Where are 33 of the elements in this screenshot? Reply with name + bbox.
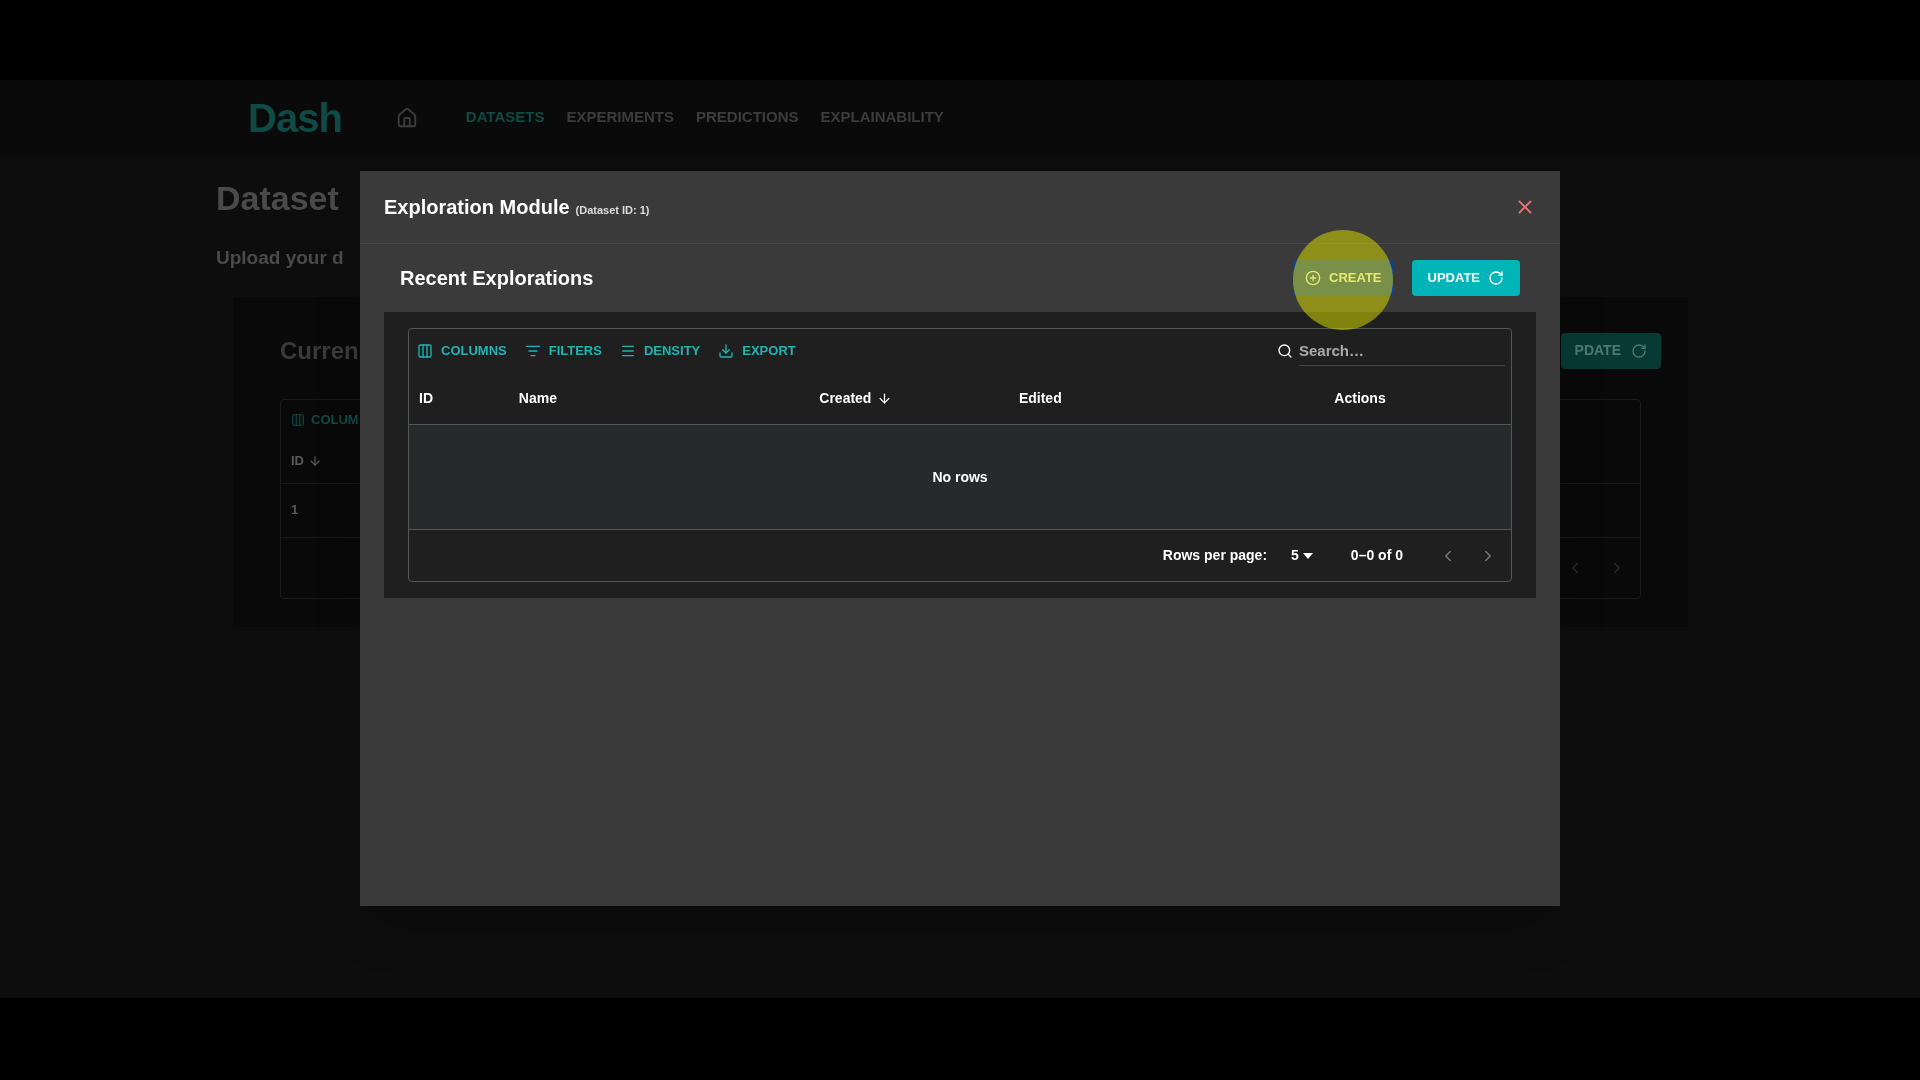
column-header[interactable]: ID: [419, 388, 433, 409]
section-title: Recent Explorations: [400, 266, 594, 291]
modal-title: Exploration Module: [384, 195, 570, 220]
refresh-icon: [1631, 342, 1647, 359]
arrow-down-icon: [308, 454, 322, 468]
search-field[interactable]: Search…: [1299, 336, 1505, 366]
caret-icon: [1302, 552, 1313, 559]
column-header[interactable]: Actions: [1334, 388, 1386, 409]
page-subtitle: Upload your d: [216, 246, 344, 270]
download-icon: [718, 343, 735, 359]
toolbar-button[interactable]: COLUMNS: [417, 341, 507, 361]
page-title: Dataset: [216, 178, 339, 219]
columns-icon: [291, 412, 305, 427]
rows-per-page-select[interactable]: 5: [1291, 545, 1313, 566]
column-header[interactable]: Created: [819, 388, 872, 409]
empty-message: No rows: [932, 467, 988, 487]
page-range: 0–0 of 0: [1350, 546, 1403, 565]
table-cell-text: 1: [291, 501, 299, 520]
search-icon: [1277, 343, 1293, 359]
toolbar-button[interactable]: FILTERS: [524, 341, 602, 361]
lines-icon: [619, 343, 636, 359]
plus-circle-icon: [1305, 270, 1322, 286]
toolbar-button[interactable]: DENSITY: [619, 341, 701, 361]
column-header[interactable]: Name: [518, 388, 557, 409]
column-header[interactable]: Edited: [1018, 388, 1062, 409]
toolbar-button[interactable]: EXPORT: [718, 341, 796, 361]
home-icon[interactable]: [395, 106, 418, 129]
modal-subtitle: (Dataset ID: 1): [575, 203, 650, 218]
sort-arrow-icon[interactable]: [877, 391, 893, 406]
refresh-icon: [1488, 270, 1504, 286]
columns-icon: [417, 343, 433, 359]
rows-per-page-label: Rows per page:: [1162, 546, 1268, 565]
filter-icon: [524, 343, 541, 359]
